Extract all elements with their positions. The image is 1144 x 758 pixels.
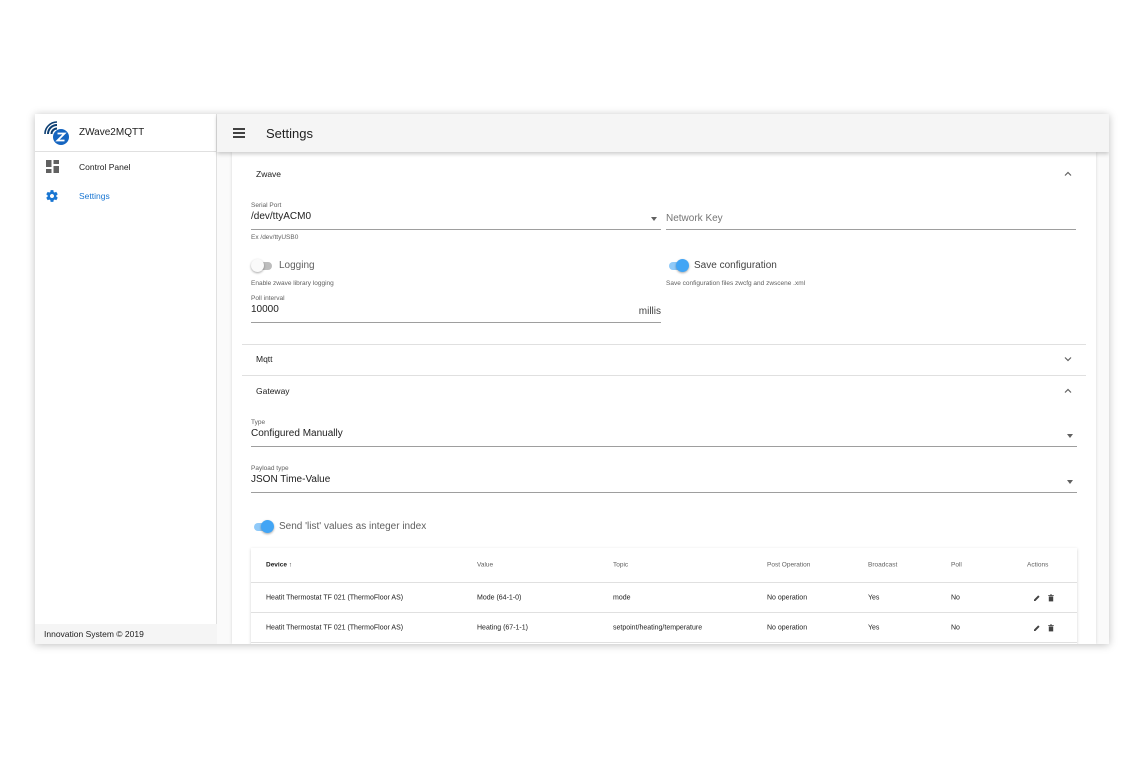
table-row: Heatit Thermostat TF 021 (ThermoFloor AS… <box>251 613 1077 643</box>
serial-port-hint: Ex /dev/ttyUSB0 <box>251 234 299 241</box>
field-underline <box>666 229 1076 230</box>
poll-interval-value: 10000 <box>251 304 279 315</box>
switch-thumb <box>261 520 274 533</box>
gateway-values-table: Device ↑ Value Topic Post Operation Broa… <box>251 548 1077 644</box>
page-title: Settings <box>266 125 313 141</box>
dashboard-icon <box>45 160 59 174</box>
payload-type-select[interactable]: Payload type JSON Time-Value <box>251 465 1077 493</box>
delete-icon[interactable] <box>1047 594 1055 602</box>
serial-port-field[interactable]: Serial Port /dev/ttyACM0 <box>251 202 661 230</box>
menu-icon[interactable] <box>233 128 245 138</box>
save-configuration-switch[interactable] <box>667 259 689 273</box>
mqtt-panel-title: Mqtt <box>256 354 273 364</box>
brand: ZWave2MQTT <box>35 114 216 152</box>
field-underline <box>251 446 1077 447</box>
serial-port-value: /dev/ttyACM0 <box>251 211 312 222</box>
header-actions: Actions <box>1027 561 1049 569</box>
field-underline <box>251 492 1077 493</box>
send-list-index-label: Send 'list' values as integer index <box>279 521 427 532</box>
payload-type-value: JSON Time-Value <box>251 474 331 485</box>
network-key-input[interactable]: Network Key <box>666 202 1076 230</box>
settings-content: Zwave Serial Port /dev/ttyACM0 Ex /dev/t… <box>232 152 1096 644</box>
logging-switch[interactable] <box>251 259 273 273</box>
edit-icon[interactable] <box>1033 594 1041 602</box>
cell-poll: No <box>951 594 960 601</box>
zwave-panel-title: Zwave <box>256 169 282 179</box>
cell-device: Heatit Thermostat TF 021 (ThermoFloor AS… <box>266 624 404 631</box>
network-key-placeholder: Network Key <box>666 213 723 224</box>
cell-value: Heating (67-1-1) <box>477 624 528 631</box>
header-value[interactable]: Value <box>477 562 493 569</box>
cell-topic: setpoint/heating/temperature <box>613 624 703 631</box>
cell-value: Mode (64-1-0) <box>477 594 522 601</box>
gateway-panel-header[interactable]: Gateway <box>242 376 1086 406</box>
poll-interval-label: Poll interval <box>251 295 285 302</box>
payload-type-label: Payload type <box>251 465 289 472</box>
cell-topic: mode <box>613 594 631 601</box>
app-name: ZWave2MQTT <box>79 127 145 138</box>
gateway-type-value: Configured Manually <box>251 428 343 439</box>
logging-hint: Enable zwave library logging <box>251 280 334 287</box>
cell-post-operation: No operation <box>767 594 808 601</box>
poll-interval-input[interactable]: Poll interval 10000 millis <box>251 295 661 323</box>
gateway-type-select[interactable]: Type Configured Manually <box>251 419 1077 447</box>
header-device-label: Device <box>266 561 287 569</box>
send-list-index-switch[interactable] <box>252 520 274 534</box>
sidebar-item-label: Settings <box>79 190 110 201</box>
header-device[interactable]: Device ↑ <box>266 562 292 569</box>
zwave-panel-header[interactable]: Zwave <box>242 159 1086 189</box>
sidebar-item-settings[interactable]: Settings <box>35 181 216 210</box>
header-poll[interactable]: Poll <box>951 562 962 569</box>
app-window: ZWave2MQTT Control Panel Settings Innova… <box>35 114 1109 644</box>
delete-icon[interactable] <box>1047 624 1055 632</box>
cell-post-operation: No operation <box>767 624 808 631</box>
field-underline <box>251 322 661 323</box>
dropdown-arrow-icon <box>651 217 657 221</box>
save-configuration-hint: Save configuration files zwcfg and zwsce… <box>666 280 806 287</box>
dropdown-arrow-icon <box>1067 434 1073 438</box>
switch-thumb <box>676 259 689 272</box>
field-underline <box>251 229 661 230</box>
table-row: Heatit Thermostat TF 021 (ThermoFloor AS… <box>251 583 1077 613</box>
save-configuration-label: Save configuration <box>694 260 777 271</box>
logging-label: Logging <box>279 260 315 271</box>
gateway-type-label: Type <box>251 419 266 426</box>
sidebar-item-label: Control Panel <box>79 161 131 172</box>
cell-broadcast: Yes <box>868 624 880 631</box>
gateway-panel-title: Gateway <box>256 386 290 396</box>
app-bar: Settings <box>217 114 1109 152</box>
footer-copyright: Innovation System © 2019 <box>35 624 217 644</box>
header-broadcast[interactable]: Broadcast <box>868 562 897 569</box>
mqtt-panel-header[interactable]: Mqtt <box>242 344 1086 374</box>
switch-thumb <box>251 259 264 272</box>
sidebar: ZWave2MQTT Control Panel Settings Innova… <box>35 114 217 644</box>
edit-icon[interactable] <box>1033 624 1041 632</box>
dropdown-arrow-icon <box>1067 480 1073 484</box>
header-post-operation[interactable]: Post Operation <box>767 562 810 569</box>
chevron-up-icon <box>1064 171 1072 176</box>
poll-interval-suffix: millis <box>638 306 661 317</box>
gear-icon <box>45 189 59 203</box>
chevron-up-icon <box>1064 388 1072 393</box>
serial-port-label: Serial Port <box>251 202 282 209</box>
cell-poll: No <box>951 624 960 631</box>
header-topic[interactable]: Topic <box>613 562 628 569</box>
table-header-row: Device ↑ Value Topic Post Operation Broa… <box>251 548 1077 583</box>
cell-device: Heatit Thermostat TF 021 (ThermoFloor AS… <box>266 594 404 601</box>
sidebar-item-control-panel[interactable]: Control Panel <box>35 152 216 181</box>
chevron-down-icon <box>1064 357 1072 362</box>
cell-broadcast: Yes <box>868 594 880 601</box>
arrow-up-icon: ↑ <box>288 561 293 569</box>
zwave-logo-icon <box>44 120 69 145</box>
